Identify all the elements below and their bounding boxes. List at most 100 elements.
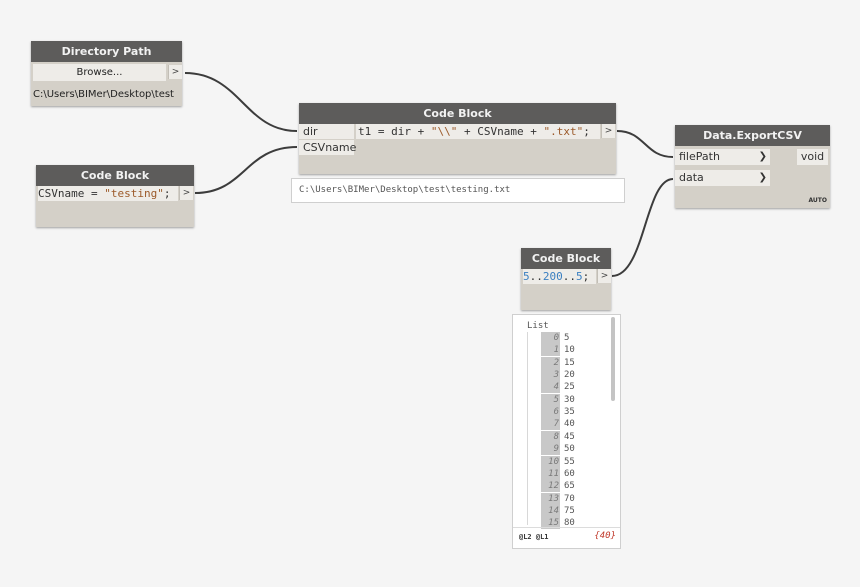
node-title: Data.ExportCSV xyxy=(675,125,830,146)
list-item-value: 30 xyxy=(564,394,575,405)
list-item: 9 50 xyxy=(541,443,575,456)
list-item-value: 10 xyxy=(564,345,575,356)
code-number: 200 xyxy=(542,270,563,283)
output-port[interactable]: > xyxy=(597,269,611,283)
list-item: 3 20 xyxy=(541,369,575,382)
list-item: 8 45 xyxy=(541,430,575,443)
port-label: filePath xyxy=(679,150,720,163)
list-item-index: 14 xyxy=(541,504,560,517)
code-text: + CSVname + xyxy=(457,125,544,138)
output-port-void[interactable]: void xyxy=(797,149,828,165)
list-item: 11 60 xyxy=(541,467,575,480)
list-item-index: 11 xyxy=(541,467,560,480)
wire-csvname-to-csvname[interactable] xyxy=(194,146,298,194)
node-title: Code Block xyxy=(299,103,616,124)
code-terminator: ; xyxy=(582,270,590,283)
input-port-csvname[interactable]: CSVname xyxy=(299,140,357,155)
wire-concat-to-filepath[interactable] xyxy=(616,130,674,158)
list-item: 10 55 xyxy=(541,455,575,468)
list-item-value: 45 xyxy=(564,431,575,442)
port-label: data xyxy=(679,171,704,184)
chevron-right-icon: ❯ xyxy=(758,172,767,183)
list-item-index: 9 xyxy=(541,443,560,456)
list-footer: @L2 @L1 {40} xyxy=(513,527,620,548)
list-item-value: 35 xyxy=(564,407,575,418)
list-item-value: 5 xyxy=(564,333,570,343)
list-item: 6 35 xyxy=(541,406,575,419)
list-item-value: 70 xyxy=(564,493,575,504)
list-item-index: 3 xyxy=(541,369,560,382)
list-item-value: 60 xyxy=(564,468,575,479)
list-item: 1 10 xyxy=(541,344,575,357)
list-item-index: 1 xyxy=(541,344,560,357)
code-text: .. xyxy=(562,270,576,283)
list-item-value: 50 xyxy=(564,444,575,455)
list-item-index: 0 xyxy=(541,332,560,344)
list-item-index: 4 xyxy=(541,381,560,394)
list-item-index: 10 xyxy=(541,455,560,468)
list-count: {40} xyxy=(594,531,616,541)
code-terminator: ; xyxy=(163,187,171,200)
output-port[interactable]: > xyxy=(601,124,615,138)
list-item-index: 2 xyxy=(541,356,560,369)
list-item-index: 7 xyxy=(541,418,560,431)
list-item-index: 12 xyxy=(541,480,560,493)
list-item-value: 65 xyxy=(564,481,575,492)
browse-button[interactable]: Browse... xyxy=(33,64,166,81)
code-block-range-node[interactable]: Code Block 5..200..5; > xyxy=(521,248,611,310)
list-item-value: 75 xyxy=(564,505,575,516)
code-string-literal: "testing" xyxy=(104,187,164,200)
list-item-value: 55 xyxy=(564,456,575,467)
list-item: 7 40 xyxy=(541,418,575,431)
port-label: dir xyxy=(303,125,318,138)
lacing-indicator[interactable]: AUTO xyxy=(808,197,827,204)
list-preview-panel[interactable]: List 0 5 1 10 2 15 3 20 4 25 5 30 6 35 7 40 8 45 9 50 10 55 11… xyxy=(512,314,621,549)
list-item: 5 30 xyxy=(541,393,575,406)
list-item: 2 15 xyxy=(541,356,575,369)
list-levels[interactable]: @L2 @L1 xyxy=(519,533,549,541)
code-terminator: ; xyxy=(583,125,590,138)
list-item-index: 6 xyxy=(541,406,560,419)
code-number: 5 xyxy=(523,270,530,283)
tree-guide-line xyxy=(527,332,528,525)
directory-path-value: C:\Users\BIMer\Desktop\test xyxy=(33,89,174,100)
code-editor[interactable]: t1 = dir + "\\" + CSVname + ".txt"; xyxy=(356,124,600,139)
list-item: 4 25 xyxy=(541,381,575,394)
input-port-filepath[interactable]: filePath ❯ xyxy=(675,149,770,165)
code-string-literal: "\\" xyxy=(430,125,458,138)
node-title: Code Block xyxy=(521,248,611,269)
list-item: 12 65 xyxy=(541,480,575,493)
code-block-concat-node[interactable]: Code Block dir CSVname t1 = dir + "\\" +… xyxy=(299,103,616,174)
input-port-dir[interactable]: dir xyxy=(299,124,354,139)
code-text: CSVname = xyxy=(38,187,105,200)
chevron-right-icon: ❯ xyxy=(758,151,767,162)
output-port[interactable]: > xyxy=(179,186,193,200)
code-editor[interactable]: 5..200..5; xyxy=(523,269,596,284)
list-item-value: 20 xyxy=(564,370,575,381)
code-text: .. xyxy=(529,270,543,283)
list-item: 13 70 xyxy=(541,492,575,505)
code-editor[interactable]: CSVname = "testing"; xyxy=(38,186,178,201)
list-item-index: 5 xyxy=(541,393,560,406)
list-item-index: 8 xyxy=(541,430,560,443)
list-title: List xyxy=(527,321,549,331)
code-string-literal: ".txt" xyxy=(543,125,584,138)
input-port-data[interactable]: data ❯ xyxy=(675,170,770,186)
port-label: CSVname xyxy=(303,141,357,154)
code-number: 5 xyxy=(576,270,583,283)
list-item-index: 13 xyxy=(541,492,560,505)
export-csv-node[interactable]: Data.ExportCSV filePath ❯ data ❯ void AU… xyxy=(675,125,830,208)
preview-value: C:\Users\BIMer\Desktop\test\testing.txt xyxy=(299,185,511,195)
list-item-value: 40 xyxy=(564,419,575,430)
node-title: Directory Path xyxy=(31,41,182,62)
node-title: Code Block xyxy=(36,165,194,186)
code-text: t1 = dir + xyxy=(358,125,431,138)
output-port[interactable]: > xyxy=(168,65,182,79)
list-item: 14 75 xyxy=(541,504,575,517)
code-block-csvname-node[interactable]: Code Block CSVname = "testing"; > xyxy=(36,165,194,227)
directory-path-node[interactable]: Directory Path Browse... > C:\Users\BIMe… xyxy=(31,41,182,106)
scrollbar[interactable] xyxy=(611,317,615,401)
preview-bubble: C:\Users\BIMer\Desktop\test\testing.txt xyxy=(291,178,625,203)
list-item-value: 15 xyxy=(564,357,575,368)
wire-path-to-dir[interactable] xyxy=(184,72,298,132)
